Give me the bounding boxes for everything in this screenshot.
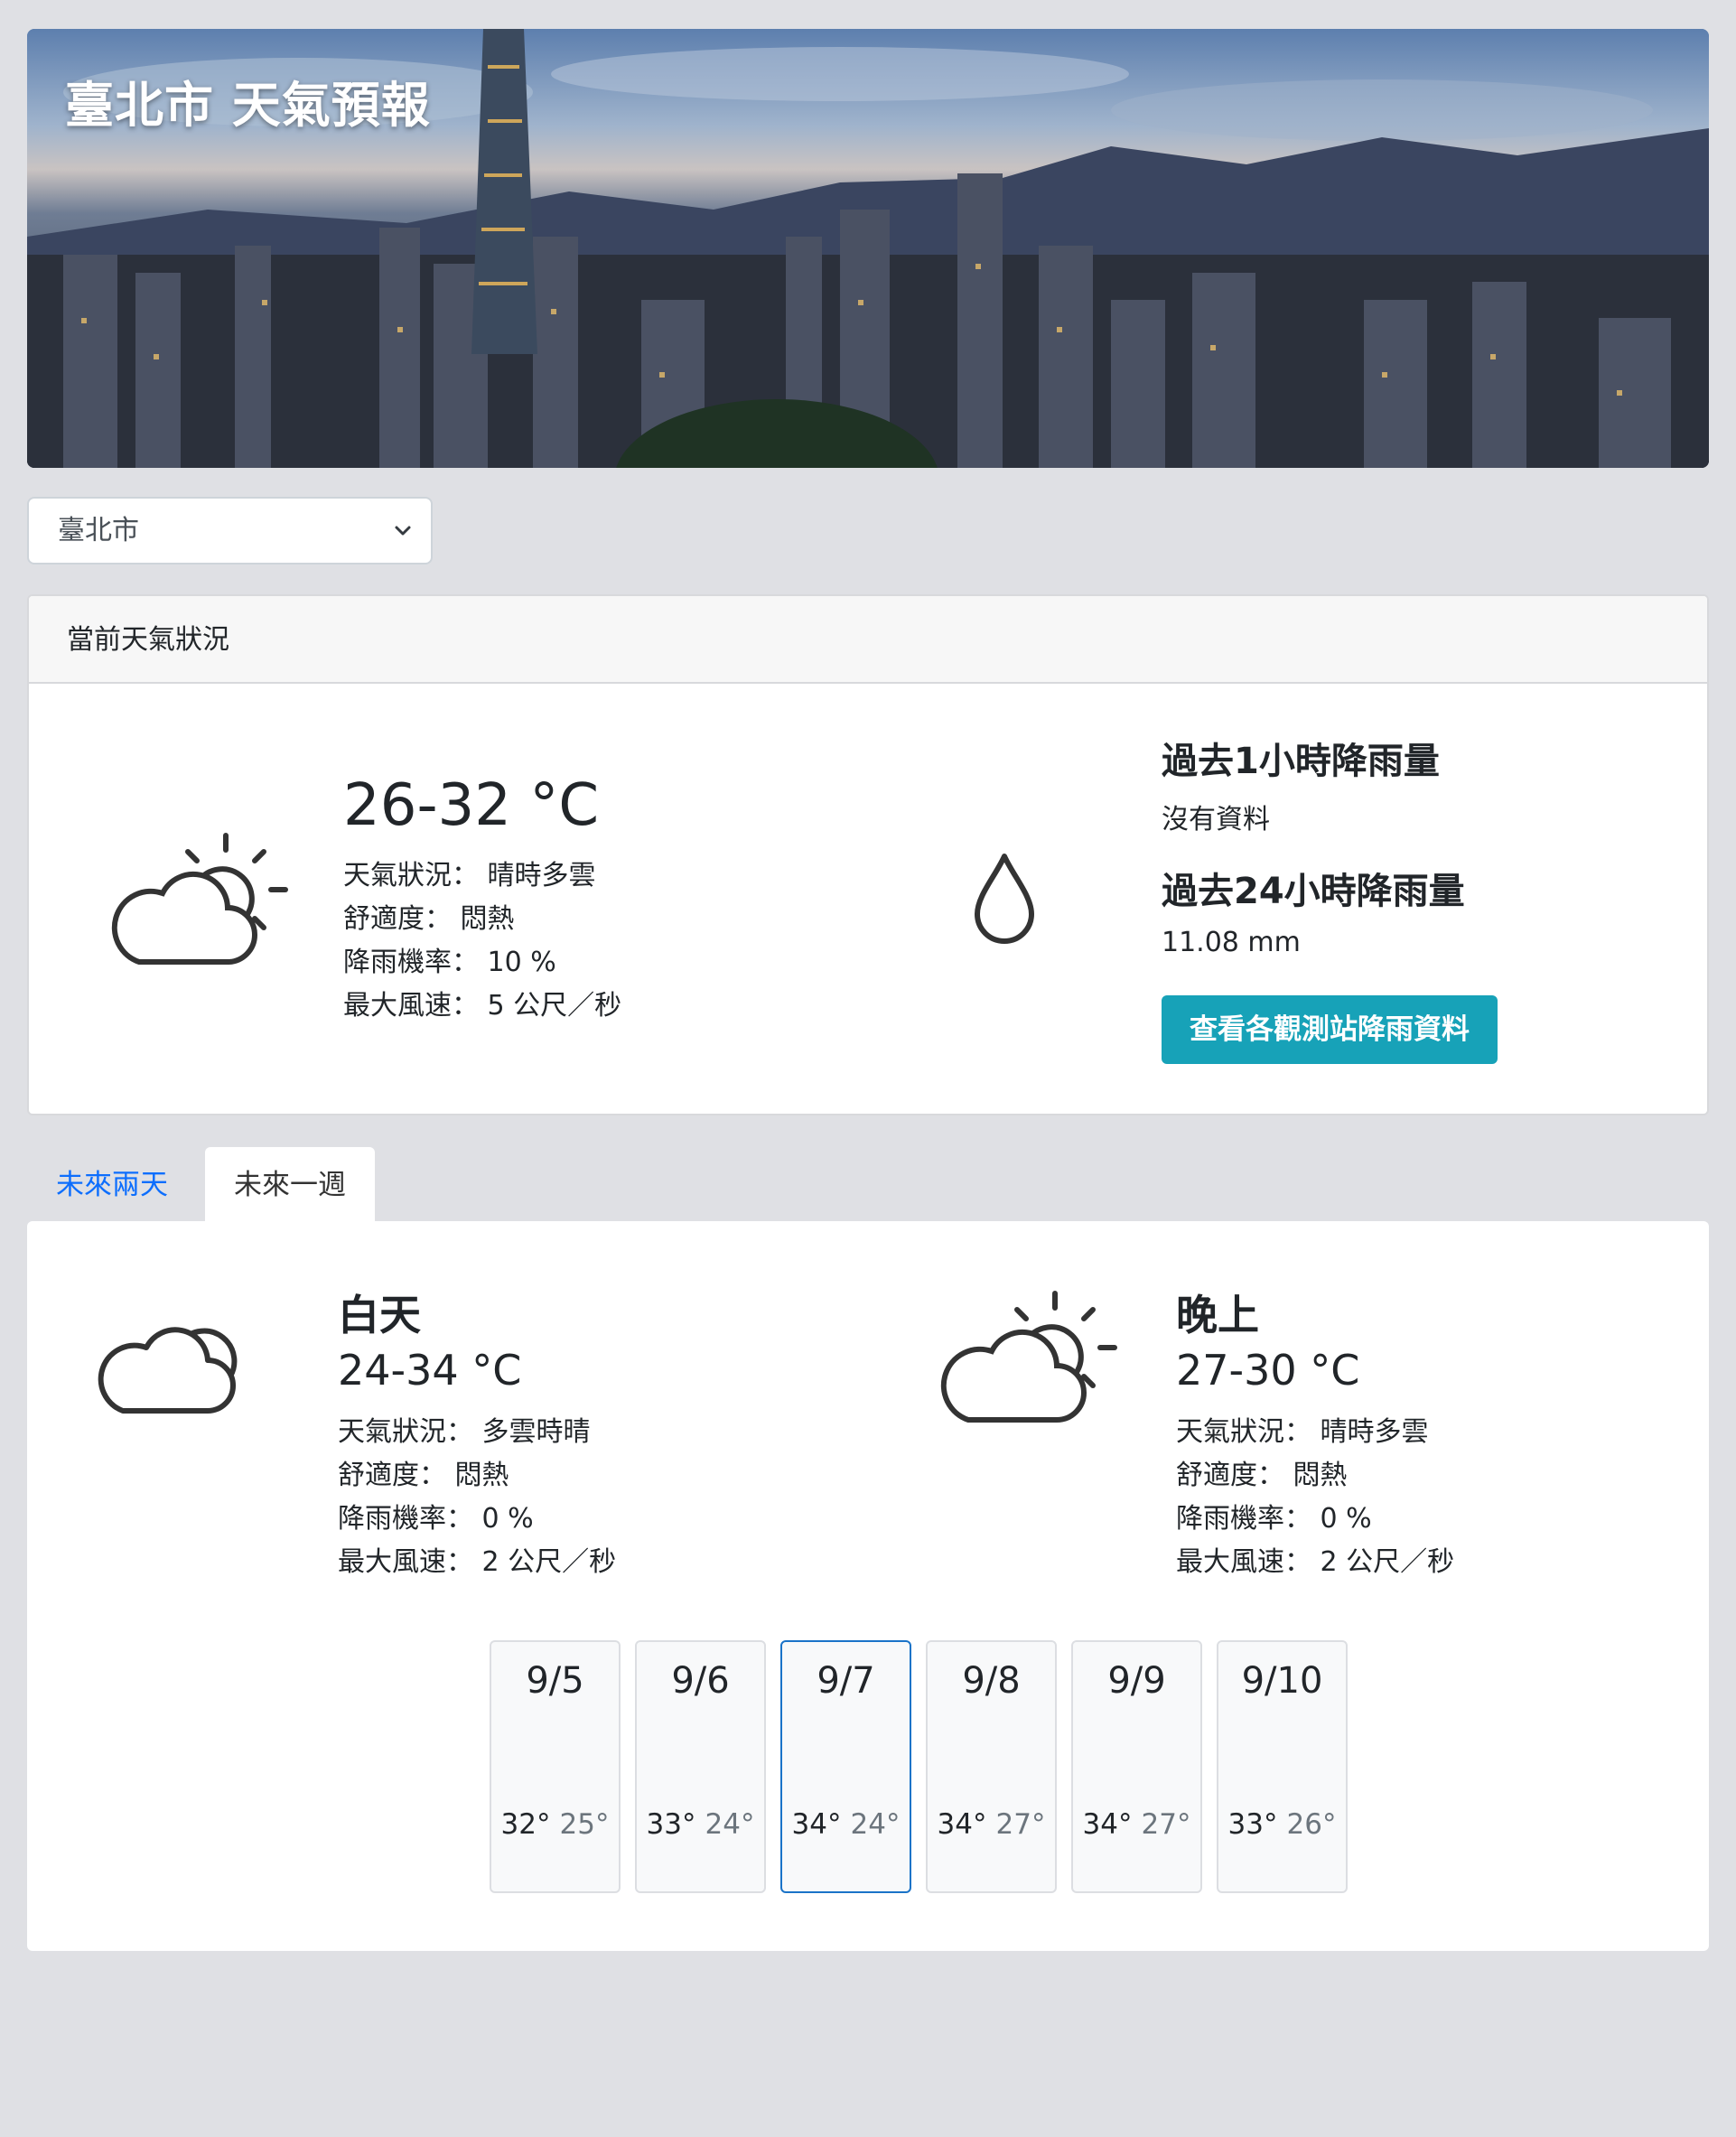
page-title: 臺北市 天氣預報 xyxy=(65,77,431,134)
rain-24h-value: 11.08 mm xyxy=(1162,927,1301,958)
day-chip-low: 25° xyxy=(559,1808,610,1841)
cloudy-icon xyxy=(98,1327,238,1414)
night-condition: 天氣狀況： 晴時多雲 xyxy=(1176,1416,1429,1448)
day-chip-date: 9/5 xyxy=(526,1660,584,1702)
day-condition: 天氣狀況： 多雲時晴 xyxy=(338,1416,591,1448)
current-temperature: 26-32 °C xyxy=(343,772,599,839)
night-details: 天氣狀況： 晴時多雲 舒適度： 悶熱 降雨機率： 0 % 最大風速： 2 公尺／… xyxy=(1176,1411,1454,1584)
night-comfort: 舒適度： 悶熱 xyxy=(1176,1460,1348,1491)
chevron-down-icon xyxy=(395,526,411,536)
current-condition: 天氣狀況： 晴時多雲 xyxy=(343,860,596,891)
day-chip-high: 32° xyxy=(500,1808,551,1841)
day-chip-date: 9/10 xyxy=(1241,1660,1323,1702)
day-chip-temps: 32° 25° xyxy=(491,1808,619,1841)
day-chip-high: 34° xyxy=(791,1808,842,1841)
day-comfort: 舒適度： 悶熱 xyxy=(338,1460,509,1491)
day-chip-low: 26° xyxy=(1286,1808,1337,1841)
day-chip-temps: 33° 24° xyxy=(637,1808,764,1841)
day-chip-date: 9/7 xyxy=(817,1660,875,1702)
day-details: 天氣狀況： 多雲時晴 舒適度： 悶熱 降雨機率： 0 % 最大風速： 2 公尺／… xyxy=(338,1411,616,1584)
day-chip-temps: 34° 27° xyxy=(1073,1808,1200,1841)
night-rain-chance: 降雨機率： 0 % xyxy=(1176,1503,1372,1535)
day-chip-date: 9/6 xyxy=(671,1660,730,1702)
day-chip-9-7[interactable]: 9/7 34° 24° xyxy=(780,1640,911,1893)
header-banner: 臺北市 天氣預報 xyxy=(27,29,1709,468)
view-station-rain-button[interactable]: 查看各觀測站降雨資料 xyxy=(1162,995,1498,1064)
day-rain-chance: 降雨機率： 0 % xyxy=(338,1503,534,1535)
day-chip-9-8[interactable]: 9/8 34° 27° xyxy=(926,1640,1057,1893)
current-weather-header: 當前天氣狀況 xyxy=(29,596,1707,684)
tab-next-week[interactable]: 未來一週 xyxy=(205,1147,375,1223)
city-select-value: 臺北市 xyxy=(58,515,139,546)
partly-cloudy-sun-icon xyxy=(940,1291,1117,1423)
rain-1h-value: 沒有資料 xyxy=(1162,804,1270,835)
partly-cloudy-sun-icon xyxy=(111,833,288,965)
raindrop-icon xyxy=(975,854,1034,944)
day-chip-high: 33° xyxy=(1227,1808,1278,1841)
day-chip-low: 24° xyxy=(850,1808,901,1841)
day-chip-high: 34° xyxy=(937,1808,987,1841)
day-chip-low: 24° xyxy=(705,1808,755,1841)
day-chip-date: 9/8 xyxy=(962,1660,1021,1702)
day-period-label: 白天 xyxy=(338,1291,421,1339)
day-temperature: 24-34 °C xyxy=(338,1346,522,1395)
city-select[interactable]: 臺北市 xyxy=(27,497,433,565)
rain-1h-title: 過去1小時降雨量 xyxy=(1162,741,1440,782)
day-chip-date: 9/9 xyxy=(1107,1660,1166,1702)
day-wind-speed: 最大風速： 2 公尺／秒 xyxy=(338,1546,617,1578)
current-weather-card: 當前天氣狀況 26-32 °C 天氣狀況： 晴時多雲 舒適度： 悶熱 降雨機率：… xyxy=(27,594,1709,1115)
day-chip-9-9[interactable]: 9/9 34° 27° xyxy=(1071,1640,1202,1893)
day-chip-temps: 33° 26° xyxy=(1218,1808,1346,1841)
day-chip-high: 33° xyxy=(646,1808,696,1841)
night-period-label: 晚上 xyxy=(1176,1291,1259,1339)
day-chip-9-5[interactable]: 9/5 32° 25° xyxy=(490,1640,621,1893)
tab-next-two-days[interactable]: 未來兩天 xyxy=(27,1147,197,1223)
day-chip-high: 34° xyxy=(1082,1808,1133,1841)
current-rain-chance: 降雨機率： 10 % xyxy=(343,947,556,978)
day-chip-9-6[interactable]: 9/6 33° 24° xyxy=(635,1640,766,1893)
day-chip-low: 27° xyxy=(1141,1808,1191,1841)
current-details: 天氣狀況： 晴時多雲 舒適度： 悶熱 降雨機率： 10 % 最大風速： 5 公尺… xyxy=(343,854,621,1028)
night-temperature: 27-30 °C xyxy=(1176,1346,1360,1395)
day-chip-temps: 34° 24° xyxy=(782,1808,910,1841)
day-chip-low: 27° xyxy=(995,1808,1046,1841)
night-wind-speed: 最大風速： 2 公尺／秒 xyxy=(1176,1546,1455,1578)
current-wind-speed: 最大風速： 5 公尺／秒 xyxy=(343,990,622,1022)
current-comfort: 舒適度： 悶熱 xyxy=(343,903,515,935)
day-chip-9-10[interactable]: 9/10 33° 26° xyxy=(1217,1640,1348,1893)
day-chip-temps: 34° 27° xyxy=(928,1808,1055,1841)
rain-24h-title: 過去24小時降雨量 xyxy=(1162,871,1465,912)
